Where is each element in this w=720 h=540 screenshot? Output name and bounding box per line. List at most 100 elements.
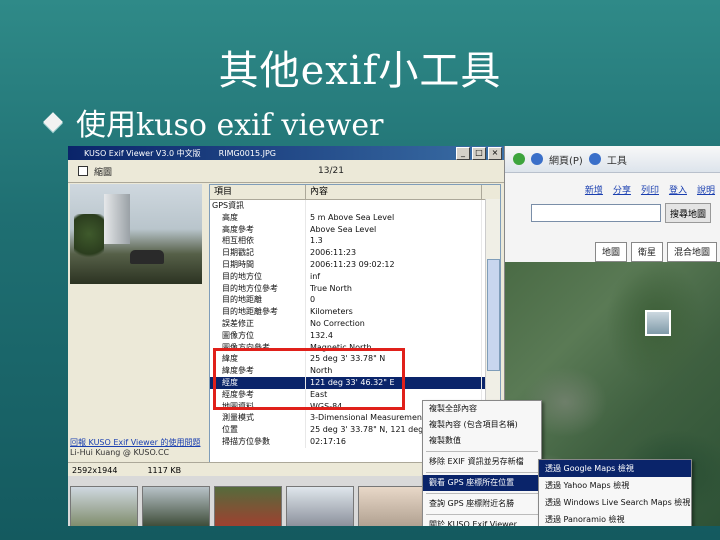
map-search-button[interactable]: 搜尋地圖 (665, 203, 712, 223)
photo-preview (70, 184, 202, 284)
author-text: Li-Hui Kuang @ KUSO.CC (70, 448, 170, 457)
window-buttons: _ □ × (456, 147, 502, 160)
table-row[interactable]: GPS資訊 (210, 200, 500, 212)
page-menu[interactable]: 網頁(P) (549, 152, 583, 167)
status-filesize: 1117 KB (147, 465, 182, 475)
link-print[interactable]: 列印 (641, 183, 659, 196)
cell-item: 高度參考 (210, 223, 306, 236)
thumbnail[interactable] (286, 486, 354, 526)
cell-item: 圖像方位 (210, 329, 306, 342)
cell-item: GPS資訊 (210, 200, 306, 212)
cell-item: 目的地距離 (210, 294, 306, 307)
cell-value: 2006:11:23 (306, 247, 482, 259)
tab-map[interactable]: 地圖 (594, 242, 627, 262)
print-icon[interactable] (531, 153, 543, 165)
close-button[interactable]: × (488, 147, 502, 160)
viewer-toolbar: 縮圖 13/21 (68, 160, 504, 183)
context-menu-item[interactable]: 移除 EXIF 資訊並另存新檔 (423, 454, 541, 470)
bullet-row: 使用kuso exif viewer (43, 100, 384, 144)
photo-car (130, 250, 164, 264)
cell-value (306, 200, 482, 212)
slide-title: 其他exif小工具 (218, 48, 502, 94)
cell-item: 相互相依 (210, 235, 306, 248)
cell-item: 位置 (210, 424, 306, 436)
submenu-item[interactable]: 透過 Windows Live Search Maps 檢視 (539, 494, 691, 511)
menu-separator (426, 472, 538, 473)
table-row[interactable]: 目的地距離參考 Kilometers (210, 306, 500, 318)
context-menu-item[interactable]: 觀看 GPS 座標所在位置 (423, 475, 541, 491)
viewer-app-title: KUSO Exif Viewer V3.0 中文版 (84, 148, 201, 158)
context-menu-item[interactable]: 查詢 GPS 座標附近名勝 (423, 496, 541, 512)
cell-value: 2006:11:23 09:02:12 (306, 258, 482, 271)
map-photo-marker[interactable] (645, 310, 671, 336)
table-row[interactable]: 目的地方位參考 True North (210, 282, 500, 295)
link-new[interactable]: 新增 (585, 183, 603, 196)
column-item[interactable]: 項目 (210, 185, 306, 199)
cell-value: 5 m Above Sea Level (306, 211, 482, 224)
context-menu-item[interactable]: 複製內容 (包含項目名稱) (423, 417, 541, 433)
minimize-button[interactable]: _ (456, 147, 470, 160)
menu-separator (426, 493, 538, 494)
cell-item: 目的地距離參考 (210, 306, 306, 318)
tab-hybrid[interactable]: 混合地圖 (666, 242, 717, 262)
left-info: 回報 KUSO Exif Viewer 的使用問題 Li-Hui Kuang @… (70, 438, 210, 458)
link-login[interactable]: 登入 (669, 183, 687, 196)
table-row[interactable]: 目的地距離 0 (210, 294, 500, 307)
thumbnail-label: 縮圖 (94, 167, 113, 178)
column-value[interactable]: 內容 (306, 185, 482, 199)
cell-value: 1.3 (306, 235, 482, 248)
submenu-item[interactable]: 透過 Google Maps 檢視 (539, 460, 691, 477)
maximize-button[interactable]: □ (472, 147, 486, 160)
table-row[interactable]: 高度參考 Above Sea Level (210, 223, 500, 236)
tab-satellite[interactable]: 衛星 (630, 242, 663, 262)
cell-item: 測量模式 (210, 412, 306, 425)
cell-value: Above Sea Level (306, 223, 482, 236)
menu-separator (426, 514, 538, 515)
cell-item: 掃描方位參數 (210, 435, 306, 448)
photo-building (104, 194, 130, 244)
menu-separator (426, 451, 538, 452)
report-link[interactable]: 回報 KUSO Exif Viewer 的使用問題 (70, 438, 210, 448)
submenu-item[interactable]: 透過 Yahoo Maps 檢視 (539, 477, 691, 494)
cell-item: 日期時間 (210, 258, 306, 271)
image-counter: 13/21 (318, 166, 344, 176)
map-search-row: 搜尋地圖 (531, 203, 720, 223)
cell-value: 0 (306, 294, 482, 307)
thumbnail[interactable] (358, 486, 426, 526)
submenu-item[interactable]: 透過 Panoramio 檢視 (539, 511, 691, 526)
cell-value: 132.4 (306, 329, 482, 342)
table-row[interactable]: 高度 5 m Above Sea Level (210, 211, 500, 224)
browser-toolbar: 網頁(P) 工具 (505, 146, 720, 173)
table-row[interactable]: 日期時間 2006:11:23 09:02:12 (210, 258, 500, 271)
context-menu-item[interactable]: 關於 KUSO Exif Viewer (423, 517, 541, 526)
table-row[interactable]: 圖像方位 132.4 (210, 329, 500, 342)
cell-item: 日期戳記 (210, 247, 306, 259)
thumbnail-checkbox[interactable] (78, 166, 88, 176)
cell-value: inf (306, 270, 482, 283)
context-menu-item[interactable]: 複製全部內容 (423, 401, 541, 417)
table-row[interactable]: 誤差修正 No Correction (210, 317, 500, 330)
thumbnail[interactable] (142, 486, 210, 526)
photo-tree (74, 214, 104, 264)
cell-value: Kilometers (306, 306, 482, 318)
cell-item: 目的地方位 (210, 270, 306, 283)
table-row[interactable]: 目的地方位 inf (210, 270, 500, 283)
thumbnail[interactable] (70, 486, 138, 526)
bullet-text: 使用kuso exif viewer (76, 108, 384, 143)
thumbnail[interactable] (214, 486, 282, 526)
tools-menu[interactable]: 工具 (607, 152, 627, 167)
table-row[interactable]: 相互相依 1.3 (210, 235, 500, 248)
context-menu: 複製全部內容 複製內容 (包含項目名稱) 複製數值移除 EXIF 資訊並另存新檔 觀看… (422, 400, 542, 526)
table-row[interactable]: 日期戳記 2006:11:23 (210, 247, 500, 259)
viewer-file-title: RIMG0015.JPG (218, 148, 276, 158)
map-search-input[interactable] (531, 204, 661, 222)
context-menu-item[interactable]: 複製數值 (423, 433, 541, 449)
scrollbar-thumb[interactable] (487, 259, 500, 371)
link-share[interactable]: 分享 (613, 183, 631, 196)
tools-icon[interactable] (588, 153, 601, 165)
cell-item: 高度 (210, 211, 306, 224)
map-tabs: 地圖 衛星 混合地圖 (505, 242, 720, 262)
browser-links: 新增 分享 列印 登入 說明 (505, 179, 720, 199)
link-help[interactable]: 說明 (697, 183, 715, 196)
home-icon[interactable] (513, 153, 525, 165)
